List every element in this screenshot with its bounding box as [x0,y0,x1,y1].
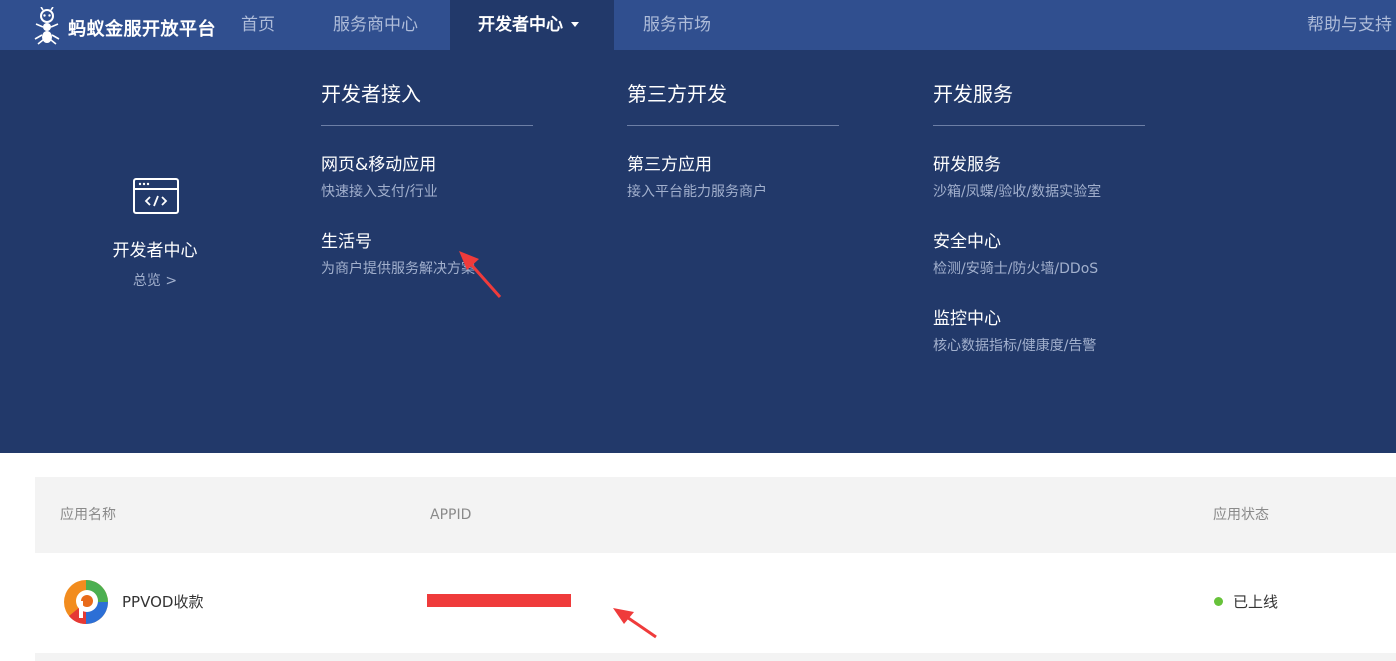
column-divider [321,125,533,126]
menu-item-life-account[interactable]: 生活号 [321,227,372,252]
ppvod-app-icon [64,580,108,624]
menu-item-life-account-desc: 为商户提供服务解决方案 [321,261,475,277]
annotation-arrow-icon [613,608,657,639]
dev-center-title: 开发者中心 [112,241,198,261]
header-app-name: 应用名称 [60,507,116,523]
menu-item-third-party-app-desc: 接入平台能力服务商户 [627,184,767,200]
nav-item-service-market[interactable]: 服务市场 [643,0,711,50]
menu-item-rd-services-desc: 沙箱/凤蝶/验收/数据实验室 [933,184,1102,200]
column-heading-third-party: 第三方开发 [627,82,727,106]
overview-link[interactable]: 总览 > [0,270,310,290]
column-divider [933,125,1145,126]
header-appid: APPID [430,507,472,523]
table-next-row-edge [35,653,1396,661]
annotation-arrow-icon [459,251,502,298]
developer-center-dropdown: 开发者中心 总览 > 开发者接入 网页&移动应用 快速接入支付/行业 生活号 为… [0,50,1396,453]
top-navigation-bar: 蚂蚁金服开放平台 首页 服务商中心 开发者中心 服务市场 帮助与支持 [0,0,1396,50]
logo-text: 蚂蚁金服开放平台 [68,19,216,40]
status-badge: 已上线 [1233,593,1279,611]
nav-item-developer-center[interactable]: 开发者中心 [450,0,614,50]
code-window-icon [133,178,179,214]
app-name[interactable]: PPVOD收款 [122,591,203,612]
nav-item-home[interactable]: 首页 [241,0,275,50]
status-online-dot [1214,597,1223,606]
ant-logo-icon [34,7,60,45]
app-table-header: 应用名称 APPID 应用状态 [35,477,1396,553]
column-heading-developer-access: 开发者接入 [321,82,421,106]
column-divider [627,125,839,126]
menu-item-monitor-center[interactable]: 监控中心 [933,304,1001,329]
menu-item-security-center[interactable]: 安全中心 [933,227,1001,252]
nav-item-developer-center-label: 开发者中心 [478,15,563,35]
column-heading-dev-services: 开发服务 [933,82,1013,106]
nav-item-help[interactable]: 帮助与支持 [1307,0,1392,50]
menu-item-rd-services[interactable]: 研发服务 [933,150,1001,175]
caret-down-icon [571,22,579,27]
nav-item-provider-center[interactable]: 服务商中心 [333,0,418,50]
menu-item-monitor-center-desc: 核心数据指标/健康度/告警 [933,338,1097,354]
menu-item-web-mobile-app[interactable]: 网页&移动应用 [321,150,436,175]
menu-item-web-mobile-app-desc: 快速接入支付/行业 [321,184,438,200]
menu-item-security-center-desc: 检测/安骑士/防火墙/DDoS [933,261,1099,277]
menu-item-third-party-app[interactable]: 第三方应用 [627,150,712,175]
header-app-status: 应用状态 [1213,507,1269,523]
table-row[interactable]: PPVOD收款 已上线 [35,553,1396,653]
appid-redaction-bar [427,594,571,607]
